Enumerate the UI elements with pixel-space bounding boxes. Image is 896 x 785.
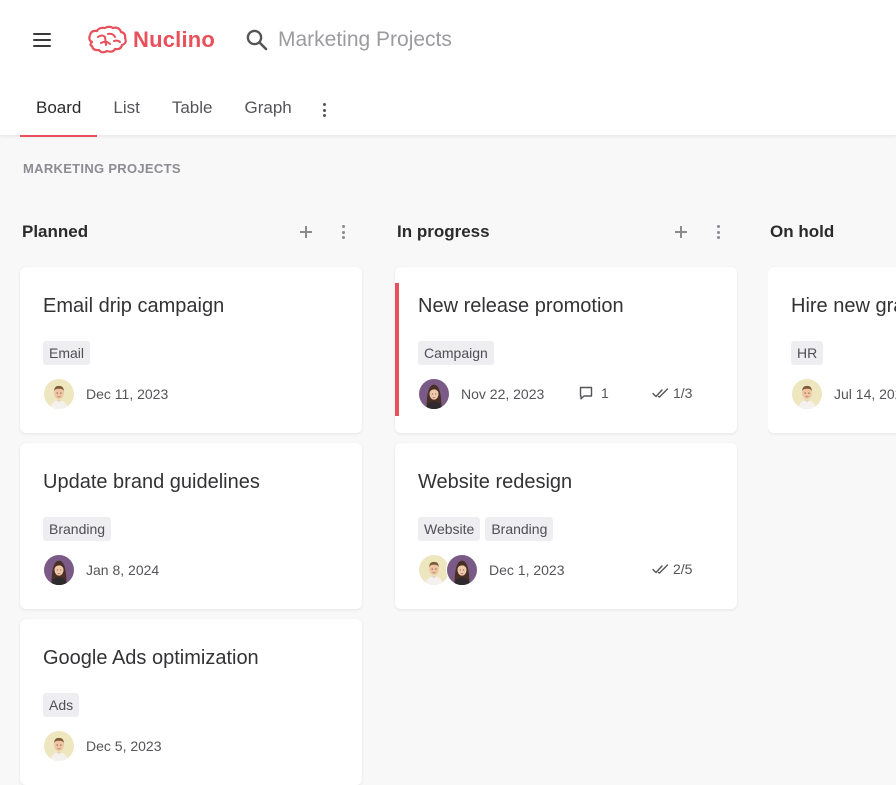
tag[interactable]: Ads [43, 693, 80, 717]
card-date: Dec 11, 2023 [86, 386, 169, 402]
column-title: On hold [770, 222, 835, 241]
tag-list: Campaign [418, 341, 737, 365]
card-date: Nov 22, 2023 [461, 386, 545, 402]
avatar [446, 554, 478, 586]
tag-list: Email [43, 341, 362, 365]
double-check-icon [652, 388, 669, 398]
card-title: Website redesign [418, 471, 573, 493]
comment-count: 1 [578, 385, 609, 401]
column-in-progress: In progress New release promotion Campai… [395, 216, 737, 609]
column-title: In progress [397, 222, 490, 241]
card-title: Hire new graphic designer [791, 295, 896, 317]
card-google-ads-optimization[interactable]: Google Ads optimization Ads Dec 5, 2023 [20, 619, 362, 785]
search-bar[interactable] [244, 24, 578, 56]
card-meta: Jul 14, 2024 [791, 378, 896, 410]
add-card-icon[interactable] [671, 222, 691, 242]
tag[interactable]: Email [43, 341, 91, 365]
avatar [43, 730, 75, 762]
view-tabs: Board List Table Graph [20, 88, 340, 137]
tag-list: Website Branding [418, 517, 737, 541]
tag-list: HR [791, 341, 896, 365]
card-meta: Dec 11, 2023 [43, 378, 362, 410]
card-meta: Dec 5, 2023 [43, 730, 362, 762]
card-title: Email drip campaign [43, 295, 225, 317]
card-hire-new-graphic-designer[interactable]: Hire new graphic designer HR Jul 14, 202… [768, 267, 896, 433]
checklist-progress: 1/3 [652, 385, 692, 401]
column-title: Planned [22, 222, 89, 241]
tag[interactable]: HR [791, 341, 824, 365]
card-date: Dec 1, 2023 [489, 562, 565, 578]
menu-icon[interactable] [32, 32, 52, 48]
app-logo[interactable]: Nuclino [86, 24, 215, 56]
top-bar: Nuclino Board List Table Graph [0, 0, 896, 137]
avatar [418, 378, 450, 410]
tag[interactable]: Website [418, 517, 481, 541]
card-meta: Nov 22, 2023 1 1/3 [418, 378, 737, 410]
add-card-icon[interactable] [296, 222, 316, 242]
tab-graph[interactable]: Graph [228, 88, 307, 136]
double-check-icon [652, 564, 669, 574]
card-email-drip-campaign[interactable]: Email drip campaign Email Dec 11, 2023 [20, 267, 362, 433]
card-website-redesign[interactable]: Website redesign Website Branding Dec 1,… [395, 443, 737, 609]
column-menu-button[interactable] [711, 222, 725, 242]
tag-list: Branding [43, 517, 362, 541]
column-header: Planned [20, 216, 362, 248]
card-new-release-promotion[interactable]: New release promotion Campaign Nov 22, 2… [395, 267, 737, 433]
more-tabs-button[interactable] [310, 95, 340, 125]
more-vertical-icon [323, 103, 327, 117]
tag[interactable]: Campaign [418, 341, 494, 365]
avatar [791, 378, 823, 410]
card-title: Update brand guidelines [43, 471, 260, 493]
search-icon [246, 29, 268, 51]
avatar [43, 378, 75, 410]
column-planned: Planned Email drip campaign Email Dec 11… [20, 216, 362, 785]
column-header: In progress [395, 216, 737, 248]
card-title: Google Ads optimization [43, 647, 259, 669]
column-menu-button[interactable] [336, 222, 350, 242]
avatar [43, 554, 75, 586]
tag[interactable]: Branding [485, 517, 554, 541]
card-date: Jan 8, 2024 [86, 562, 160, 578]
tab-table[interactable]: Table [156, 88, 229, 136]
card-title: New release promotion [418, 295, 624, 317]
comment-icon [579, 386, 593, 400]
brain-logo-icon [88, 25, 127, 54]
breadcrumb[interactable]: MARKETING PROJECTS [23, 161, 181, 176]
tab-board[interactable]: Board [20, 88, 98, 137]
tab-list[interactable]: List [97, 88, 155, 136]
column-header: On hold [768, 216, 896, 248]
column-on-hold: On hold Hire new graphic designer HR Jul… [768, 216, 896, 448]
tag[interactable]: Branding [43, 517, 112, 541]
app-name: Nuclino [133, 27, 216, 52]
tag-list: Ads [43, 693, 362, 717]
card-meta: Dec 1, 2023 2/5 [418, 554, 737, 586]
checklist-progress: 2/5 [652, 561, 692, 577]
card-date: Dec 5, 2023 [86, 738, 162, 754]
card-update-brand-guidelines[interactable]: Update brand guidelines Branding Jan 8, … [20, 443, 362, 609]
more-vertical-icon [341, 225, 345, 239]
card-meta: Jan 8, 2024 [43, 554, 362, 586]
search-input[interactable] [278, 28, 578, 52]
card-date: Jul 14, 2024 [834, 386, 896, 402]
more-vertical-icon [716, 225, 720, 239]
